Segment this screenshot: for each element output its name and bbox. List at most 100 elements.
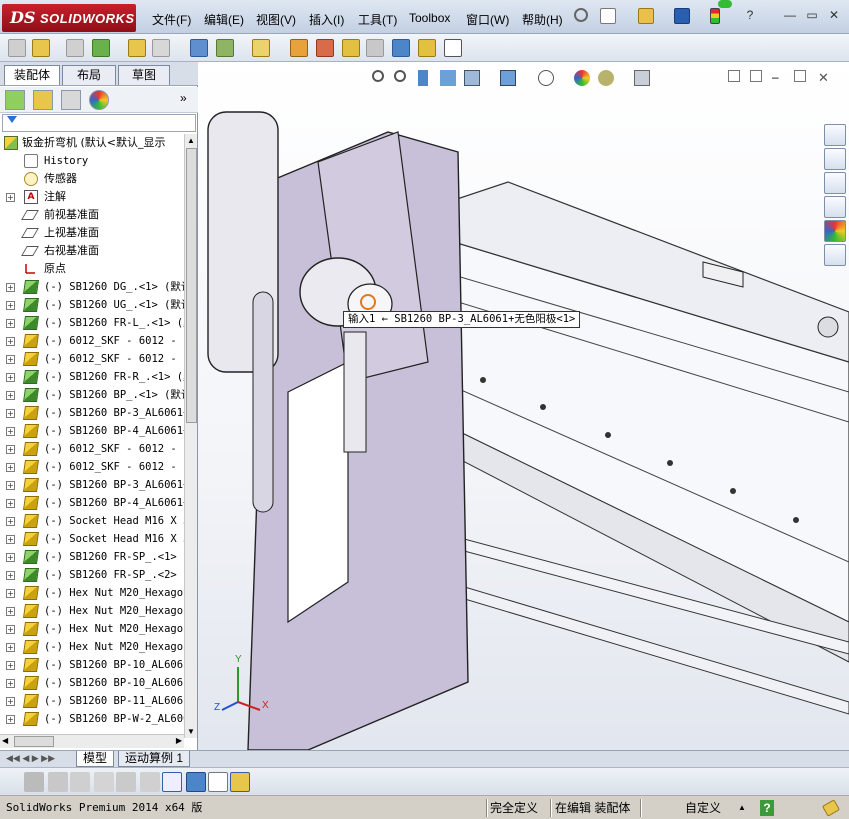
expand-panel-icon[interactable]: » [180, 91, 187, 105]
expand-icon[interactable]: + [6, 643, 15, 652]
scroll-right-icon[interactable]: ▶ [176, 736, 182, 745]
expand-icon[interactable]: + [6, 355, 15, 364]
expand-icon[interactable]: + [6, 373, 15, 382]
wireframe-icon[interactable] [70, 772, 90, 792]
tab-layout[interactable]: 布局 [62, 65, 116, 85]
expand-icon[interactable]: + [6, 697, 15, 706]
units-status[interactable]: 自定义 [685, 800, 721, 816]
exploded-view-icon[interactable] [342, 39, 360, 57]
expand-icon[interactable]: + [6, 409, 15, 418]
expand-icon[interactable]: + [6, 391, 15, 400]
assembly-model-render[interactable] [198, 62, 849, 750]
tree-vertical-scrollbar[interactable]: ▲ ▼ [184, 134, 197, 738]
scroll-thumb[interactable] [186, 148, 197, 423]
new-document-icon[interactable] [600, 8, 616, 24]
expand-icon[interactable]: + [6, 715, 15, 724]
interference-detection-icon[interactable] [392, 39, 410, 57]
menu-insert[interactable]: 插入(I) [309, 11, 344, 28]
ambient-occlusion-icon[interactable] [140, 772, 160, 792]
expand-icon[interactable]: + [6, 427, 15, 436]
expand-icon[interactable]: + [6, 553, 15, 562]
tab-model[interactable]: 模型 [76, 751, 115, 767]
insert-component-icon[interactable] [8, 39, 26, 57]
shaded-icon[interactable] [24, 772, 44, 792]
scroll-down-icon[interactable]: ▼ [187, 727, 195, 736]
tree-item[interactable]: + A 注解 [0, 188, 184, 206]
tag-icon[interactable] [821, 799, 841, 817]
expand-icon[interactable]: + [6, 445, 15, 454]
new-motion-study-icon[interactable] [290, 39, 308, 57]
expand-icon[interactable]: + [6, 625, 15, 634]
tree-item[interactable]: + (-) SB1260 DG_.<1> (默认 [0, 278, 184, 296]
view-palette-icon[interactable] [824, 196, 846, 218]
graphics-viewport[interactable]: – ✕ Y X Z 输入1 ← SB1260 BP-3_AL6061+无色阳极<… [198, 62, 849, 750]
new-part-icon[interactable] [32, 39, 50, 57]
tab-motion-study-1[interactable]: 运动算例 1 [118, 751, 191, 767]
clearance-verification-icon[interactable] [418, 39, 436, 57]
scroll-up-icon[interactable]: ▲ [187, 136, 195, 145]
expand-icon[interactable]: + [6, 535, 15, 544]
mate-icon[interactable] [66, 39, 84, 57]
tree-item[interactable]: + (-) 6012_SKF - 6012 - 1 [0, 332, 184, 350]
bill-of-materials-icon[interactable] [316, 39, 334, 57]
view-cube-icon[interactable] [186, 772, 206, 792]
move-component-icon[interactable] [152, 39, 170, 57]
tree-item[interactable]: + (-) 6012_SKF - 6012 - 1 [0, 440, 184, 458]
expand-icon[interactable]: + [6, 679, 15, 688]
tree-item[interactable]: + (-) Hex Nut M20_Hexagon [0, 638, 184, 656]
custom-properties-icon[interactable] [824, 244, 846, 266]
display-manager-icon[interactable] [89, 90, 109, 110]
tab-assembly[interactable]: 装配体 [4, 65, 60, 85]
tree-item[interactable]: + (-) SB1260 FR-L_.<1> (默 [0, 314, 184, 332]
tab-sketch[interactable]: 草图 [118, 65, 170, 85]
menu-help[interactable]: 帮助(H) [522, 11, 563, 28]
expand-icon[interactable]: + [6, 661, 15, 670]
tree-item[interactable]: + (-) SB1260 BP-3_AL6061+ [0, 404, 184, 422]
expand-icon[interactable]: + [6, 499, 15, 508]
expand-icon[interactable]: + [6, 589, 15, 598]
table-icon[interactable] [208, 772, 228, 792]
tree-item[interactable]: + (-) Hex Nut M20_Hexagon [0, 584, 184, 602]
tree-item[interactable]: + (-) SB1260 FR-SP_.<2> ( [0, 566, 184, 584]
perspective-icon[interactable] [94, 772, 114, 792]
explode-line-sketch-icon[interactable] [366, 39, 384, 57]
assembly-features-icon[interactable] [216, 39, 234, 57]
filter-icon[interactable] [7, 116, 17, 128]
expand-icon[interactable]: + [6, 607, 15, 616]
scroll-thumb-horizontal[interactable] [14, 736, 54, 747]
tree-item[interactable]: + (-) SB1260 BP-3_AL6061+ [0, 476, 184, 494]
tree-item[interactable]: + (-) SB1260 FR-R_.<1> (默 [0, 368, 184, 386]
tree-item[interactable]: 原点 [0, 260, 184, 278]
tree-item[interactable]: + (-) Hex Nut M20_Hexagon [0, 620, 184, 638]
tree-item[interactable]: 上视基准面 [0, 224, 184, 242]
tree-item[interactable]: + (-) Socket Head M16 X 3 [0, 530, 184, 548]
tree-item[interactable]: + (-) SB1260 BP-W-2_AL606 [0, 710, 184, 728]
tree-item[interactable]: 传感器 [0, 170, 184, 188]
show-hidden-icon[interactable] [190, 39, 208, 57]
open-folder-icon[interactable] [638, 8, 654, 24]
menu-toolbox[interactable]: Toolbox [409, 11, 450, 25]
render-icon[interactable] [230, 772, 250, 792]
tree-root[interactable]: 钣金折弯机 (默认<默认_显示 [0, 134, 184, 152]
tree-item[interactable]: + (-) 6012_SKF - 6012 - 1 [0, 458, 184, 476]
tree-item[interactable]: 前视基准面 [0, 206, 184, 224]
help-status-icon[interactable]: ? [760, 800, 774, 816]
tree-item[interactable]: + (-) SB1260 BP_.<1> (默认 [0, 386, 184, 404]
menu-file[interactable]: 文件(F) [152, 11, 191, 28]
menu-window[interactable]: 窗口(W) [466, 11, 509, 28]
menu-edit[interactable]: 编辑(E) [204, 11, 244, 28]
menu-tools[interactable]: 工具(T) [358, 11, 397, 28]
reference-geometry-icon[interactable] [252, 39, 270, 57]
scroll-left-icon[interactable]: ◀ [2, 736, 8, 745]
tree-item[interactable]: + (-) SB1260 BP-4_AL6061+ [0, 422, 184, 440]
rebuild-traffic-light-icon[interactable] [710, 8, 720, 24]
pin-icon[interactable] [574, 8, 588, 22]
expand-icon[interactable]: + [6, 481, 15, 490]
save-icon[interactable] [674, 8, 690, 24]
tree-item[interactable]: + (-) Socket Head M16 X 3 [0, 512, 184, 530]
tree-item[interactable]: 右视基准面 [0, 242, 184, 260]
configuration-manager-icon[interactable] [61, 90, 81, 110]
filter-field[interactable] [2, 114, 196, 132]
file-explorer-icon[interactable] [824, 172, 846, 194]
tree-horizontal-scrollbar[interactable]: ◀ ▶ [0, 734, 184, 748]
